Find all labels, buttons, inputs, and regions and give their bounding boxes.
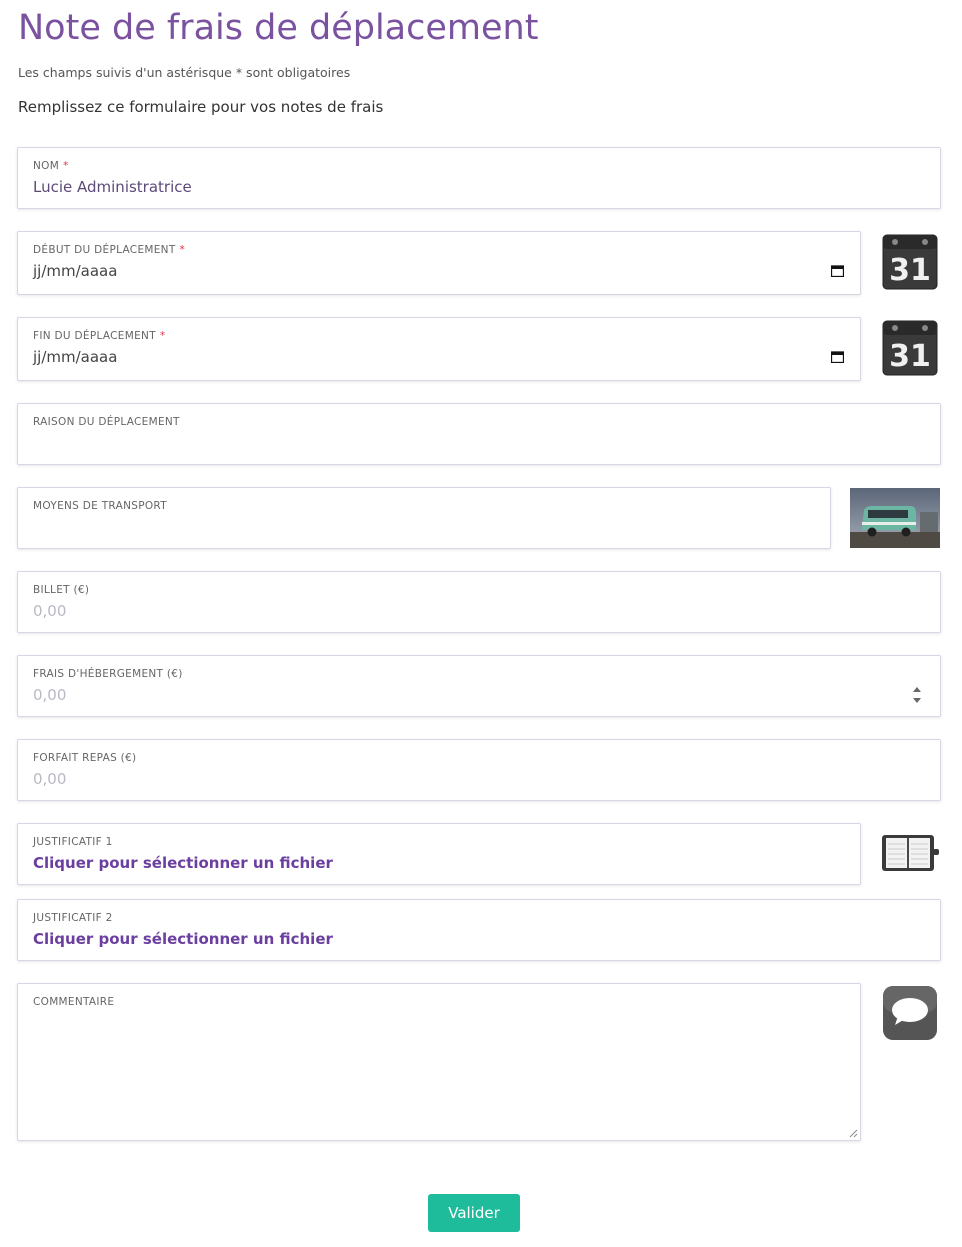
hebergement-input-placeholder[interactable]: 0,00 [33, 686, 66, 704]
required-fields-note: Les champs suivis d'un astérisque * sont… [18, 65, 351, 80]
justificatif-1-file-link[interactable]: Cliquer pour sélectionner un fichier [33, 854, 333, 872]
required-asterisk: * [179, 244, 186, 256]
calendar-day-text: 31 [889, 253, 931, 288]
commentaire-field[interactable]: COMMENTAIRE [17, 983, 861, 1141]
moyens-transport-label: MOYENS DE TRANSPORT [33, 500, 167, 512]
calendar-picker-icon[interactable] [831, 265, 844, 277]
debut-deplacement-label: DÉBUT DU DÉPLACEMENT * [33, 244, 186, 256]
calendar-icon: 31 [882, 234, 938, 290]
forfait-repas-field[interactable]: FORFAIT REPAS (€) 0,00 [17, 739, 941, 801]
justificatif-2-field[interactable]: JUSTIFICATIF 2 Cliquer pour sélectionner… [17, 899, 941, 961]
calendar-icon: 31 [882, 320, 938, 376]
form-intro: Remplissez ce formulaire pour vos notes … [18, 98, 384, 116]
justificatif-2-label: JUSTIFICATIF 2 [33, 912, 113, 924]
required-asterisk: * [63, 160, 69, 172]
textarea-resize-handle-icon[interactable] [849, 1129, 858, 1138]
number-spinner-icon[interactable] [912, 684, 922, 706]
billet-input-placeholder[interactable]: 0,00 [33, 602, 66, 620]
nom-label: NOM * [33, 160, 69, 172]
justificatif-1-field[interactable]: JUSTIFICATIF 1 Cliquer pour sélectionner… [17, 823, 861, 885]
required-asterisk: * [159, 330, 166, 342]
raison-deplacement-field[interactable]: RAISON DU DÉPLACEMENT [17, 403, 941, 465]
fin-deplacement-label: FIN DU DÉPLACEMENT * [33, 330, 166, 342]
valider-button[interactable]: Valider [428, 1194, 520, 1232]
speech-bubble-icon [882, 985, 938, 1041]
debut-deplacement-field[interactable]: DÉBUT DU DÉPLACEMENT * jj/mm/aaaa [17, 231, 861, 295]
nom-field[interactable]: NOM * Lucie Administratrice [17, 147, 941, 209]
justificatif-1-label: JUSTIFICATIF 1 [33, 836, 113, 848]
notebook-icon [880, 832, 940, 874]
frais-hebergement-field[interactable]: FRAIS D'HÉBERGEMENT (€) 0,00 [17, 655, 941, 717]
van-photo-image [850, 488, 940, 548]
billet-label: BILLET (€) [33, 584, 90, 596]
billet-field[interactable]: BILLET (€) 0,00 [17, 571, 941, 633]
justificatif-2-file-link[interactable]: Cliquer pour sélectionner un fichier [33, 930, 333, 948]
forfait-repas-label: FORFAIT REPAS (€) [33, 752, 137, 764]
debut-date-input[interactable]: jj/mm/aaaa [33, 262, 117, 280]
nom-input-value[interactable]: Lucie Administratrice [33, 178, 192, 196]
calendar-picker-icon[interactable] [831, 351, 844, 363]
page-title: Note de frais de déplacement [18, 8, 539, 48]
fin-deplacement-field[interactable]: FIN DU DÉPLACEMENT * jj/mm/aaaa [17, 317, 861, 381]
commentaire-label: COMMENTAIRE [33, 996, 115, 1008]
frais-hebergement-label: FRAIS D'HÉBERGEMENT (€) [33, 668, 183, 680]
repas-input-placeholder[interactable]: 0,00 [33, 770, 66, 788]
moyens-transport-field[interactable]: MOYENS DE TRANSPORT [17, 487, 831, 549]
calendar-day-text: 31 [889, 339, 931, 374]
raison-deplacement-label: RAISON DU DÉPLACEMENT [33, 416, 180, 428]
fin-date-input[interactable]: jj/mm/aaaa [33, 348, 117, 366]
